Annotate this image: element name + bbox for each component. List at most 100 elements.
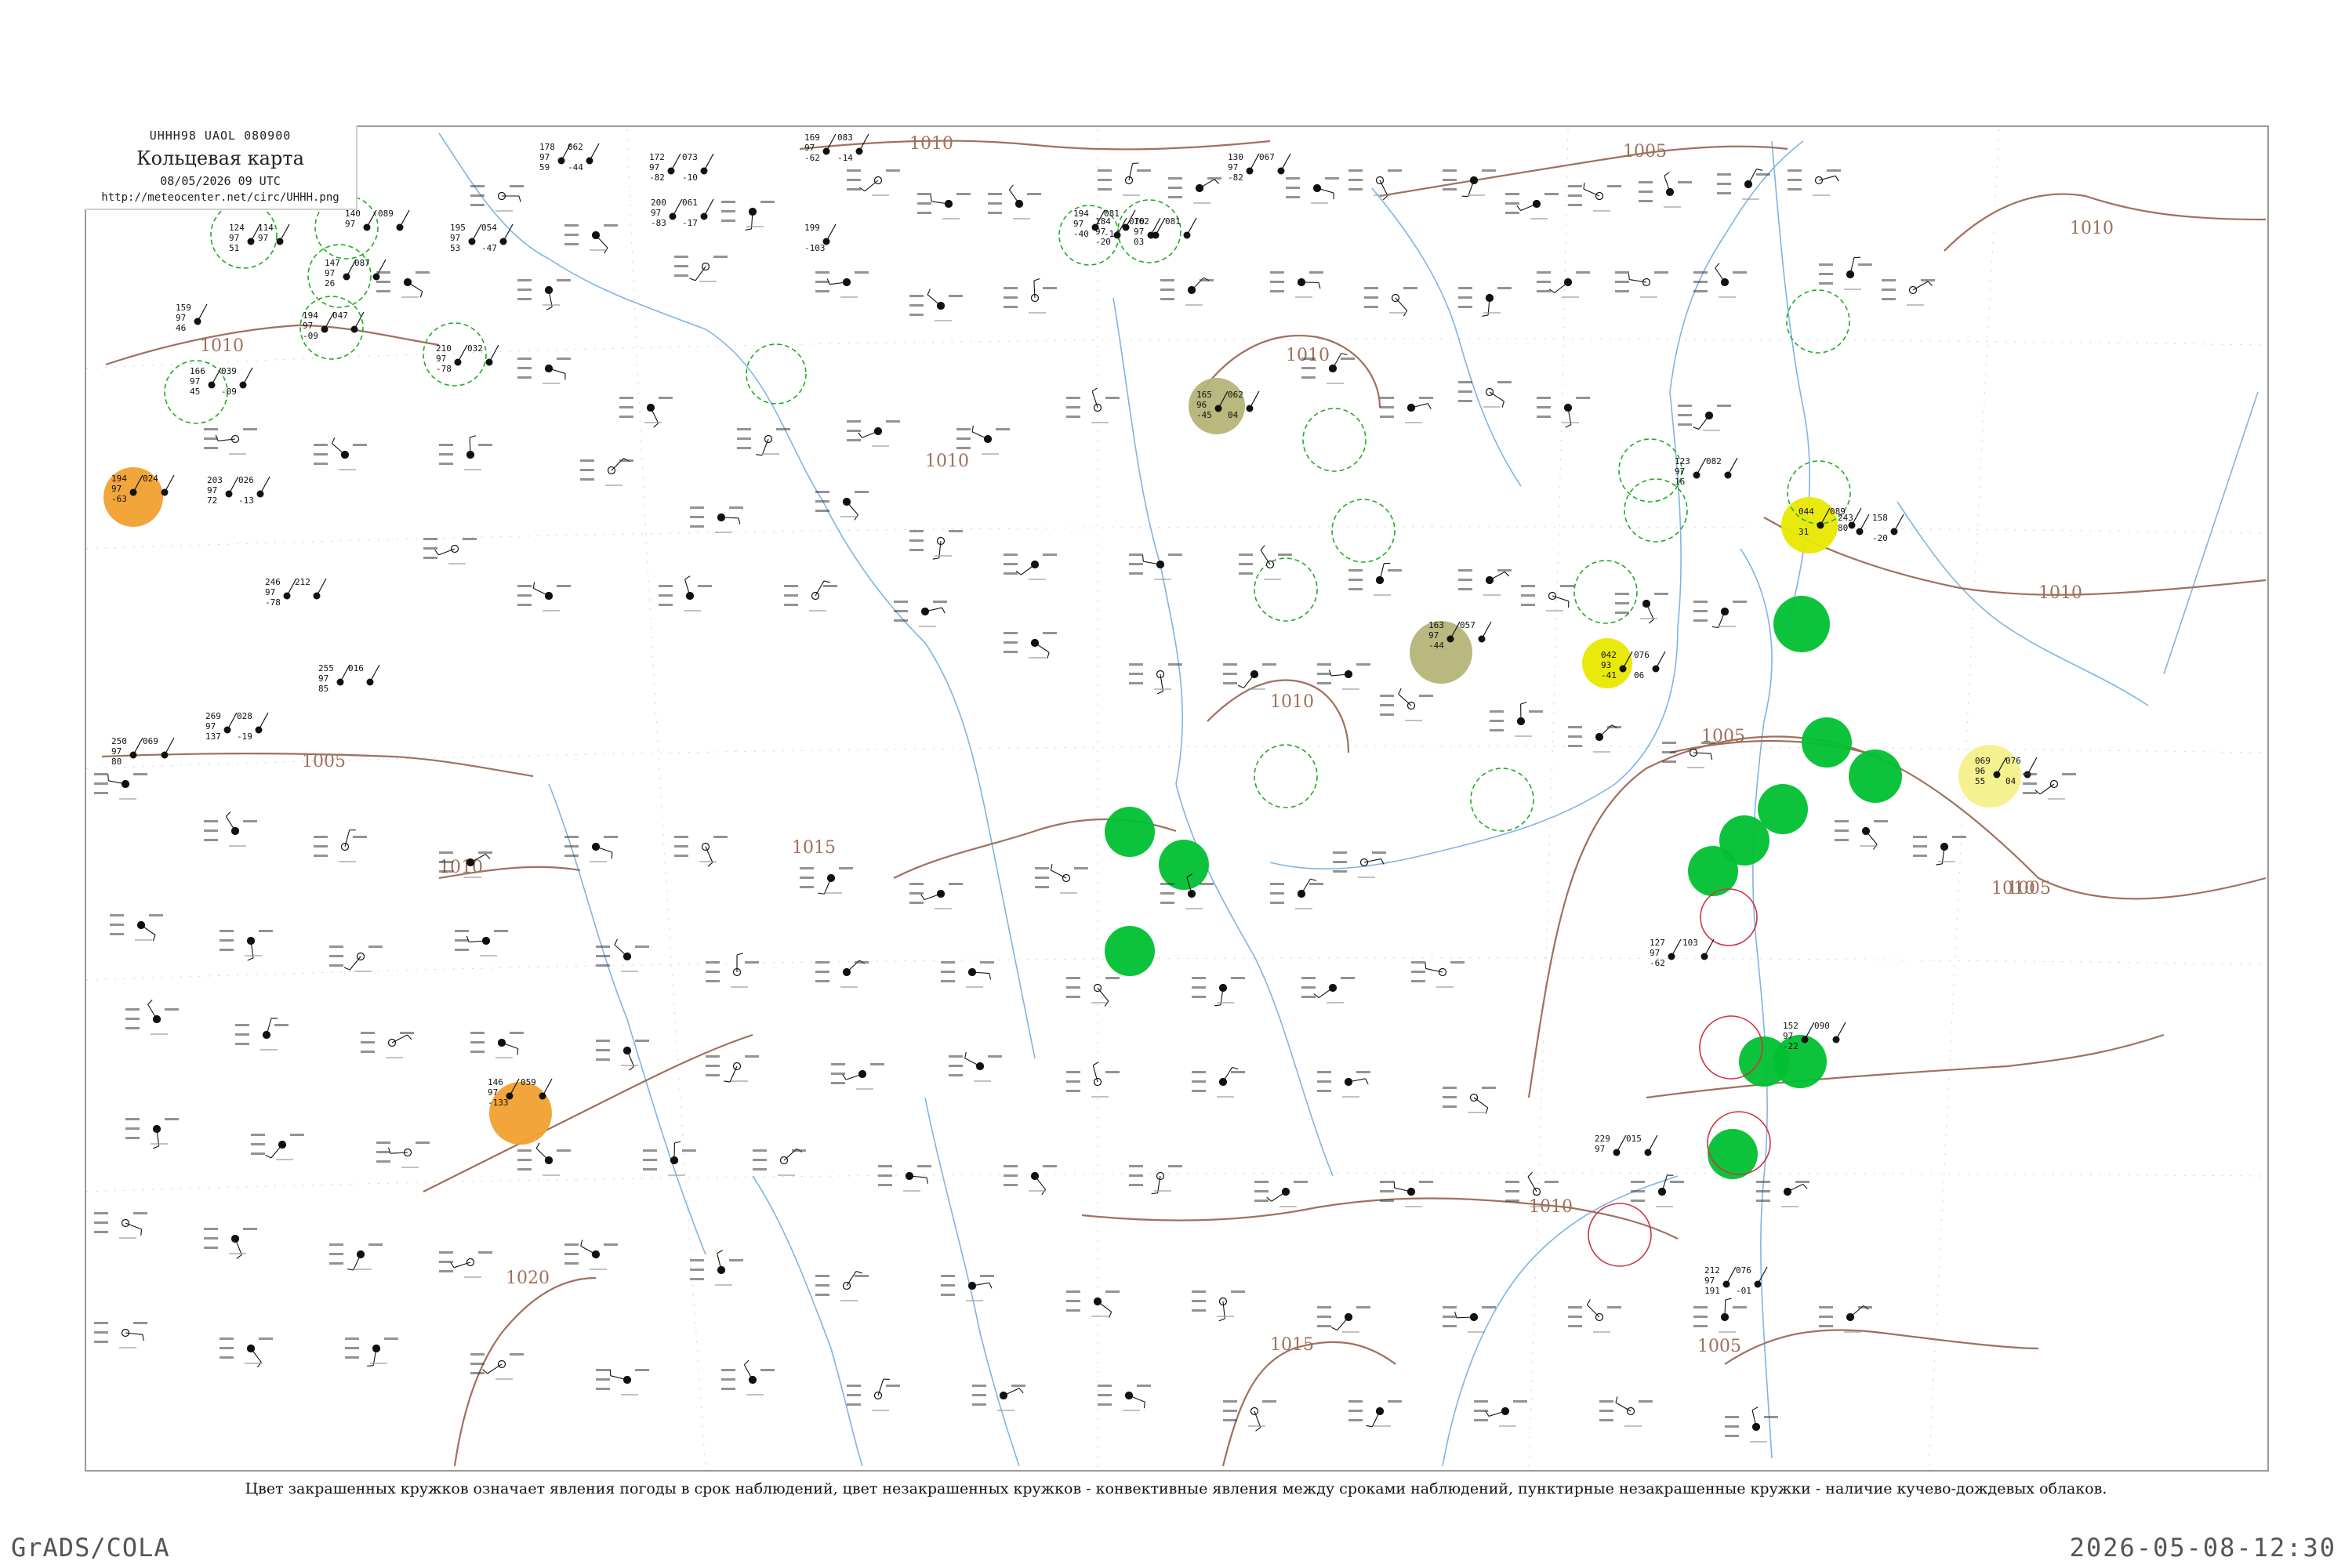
station-value: 85 (318, 684, 328, 694)
convective-circle[interactable] (423, 322, 487, 387)
convective-circle[interactable] (1331, 499, 1396, 563)
station-plot[interactable]: 067 (1259, 152, 1291, 175)
convective-circle[interactable] (1700, 888, 1758, 946)
convective-circle[interactable] (1117, 199, 1181, 263)
station-plot[interactable]: 17297-82 (649, 152, 681, 183)
station-value: 250 (111, 736, 127, 746)
weather-circle[interactable] (1410, 621, 1472, 684)
station-glyph (784, 580, 837, 612)
station-plot[interactable]: 073 -10 (682, 152, 714, 183)
station-plot[interactable]: 039 -09 (221, 366, 253, 397)
station-plot[interactable]: 1959753 (450, 223, 482, 253)
station-value: 076 (2005, 756, 2021, 766)
weather-circle[interactable] (1159, 840, 1209, 890)
station-plot[interactable]: 061 -17 (682, 198, 714, 228)
station-value: 073 (682, 152, 698, 162)
station-plot[interactable]: 24697-78 (265, 577, 297, 608)
weather-circle[interactable] (1781, 497, 1838, 554)
chart-url[interactable]: http://meteocenter.net/circ/UHHH.png (85, 191, 356, 204)
station-plot[interactable]: 2509780 (111, 736, 143, 767)
station-plot[interactable]: 212 (295, 577, 327, 600)
station-plot[interactable]: 028 -19 (237, 711, 269, 742)
station-plot[interactable]: 032 (467, 343, 499, 366)
station-plot[interactable]: 076 06 (1634, 650, 1666, 681)
station-glyph (517, 582, 571, 612)
convective-circle[interactable] (307, 244, 372, 308)
wind-barb (1757, 1266, 1768, 1285)
station-plot[interactable]: 026 -13 (238, 475, 270, 506)
grid-line (85, 1172, 2267, 1192)
station-plot[interactable]: 103 (1682, 938, 1715, 960)
station-plot[interactable]: 089 (378, 209, 410, 231)
station-glyph (847, 420, 900, 447)
river-line (1740, 548, 1773, 942)
station-plot[interactable]: 076 -01 (1736, 1265, 1768, 1296)
convective-circle[interactable] (1786, 289, 1850, 354)
station-plot[interactable]: 062 -44 (568, 142, 600, 172)
station-plot[interactable]: 082 (1706, 456, 1738, 479)
convective-circle[interactable] (1254, 744, 1318, 808)
station-plot[interactable]: 158 -20 (1872, 513, 1904, 543)
station-plot[interactable]: 21097-78 (436, 343, 468, 374)
station-value: -19 (237, 731, 252, 742)
station-plot[interactable]: 1479726 (325, 258, 357, 289)
station-plot[interactable]: 090 (1814, 1021, 1846, 1044)
station-glyph (753, 1148, 806, 1176)
convective-circle[interactable] (1624, 478, 1688, 543)
station-plot[interactable]: 1249751 (229, 223, 261, 253)
station-plot[interactable]: 11497 (258, 223, 290, 245)
station-value: 062 (1228, 390, 1243, 400)
synoptic-map[interactable]: 1010 1005 1010 1010 1010 1005 1010 1010 1005 1010… (0, 0, 2352, 1568)
weather-circle[interactable] (1708, 1129, 1758, 1179)
station-plot[interactable]: 015 (1626, 1134, 1658, 1156)
station-glyph (1693, 1298, 1747, 1333)
station-plot[interactable]: 016 (348, 663, 380, 686)
station-plot[interactable]: 21297191 (1704, 1265, 1737, 1296)
station-plot[interactable]: 1629703 (1134, 216, 1166, 247)
grads-credit: GrADS/COLA (11, 1533, 170, 1563)
station-glyph (894, 601, 947, 627)
station-glyph (564, 1240, 618, 1270)
station-glyph (909, 530, 963, 560)
weather-circle[interactable] (1773, 596, 1830, 652)
station-value: 06 (1634, 670, 1644, 681)
legend-caption: Цвет закрашенных кружков означает явлени… (245, 1480, 2107, 1497)
station-value: 054 (481, 223, 497, 233)
station-plot[interactable]: 2039772 (207, 475, 239, 506)
weather-circle[interactable] (1739, 1036, 1789, 1087)
isobar-label: 1020 (506, 1269, 550, 1288)
weather-circle[interactable] (1105, 807, 1155, 857)
station-glyph (815, 960, 869, 988)
station-glyph (1192, 977, 1245, 1007)
weather-circle[interactable] (1802, 717, 1852, 768)
convective-circle[interactable] (1254, 557, 1318, 622)
isobar-line (1646, 1033, 2165, 1099)
station-plot[interactable]: 1599746 (176, 303, 208, 333)
convective-circle[interactable] (1302, 408, 1367, 472)
station-plot[interactable]: 199 -103 (804, 223, 837, 253)
convective-circle[interactable] (1618, 438, 1682, 503)
wind-barb (1704, 938, 1715, 957)
station-plot[interactable]: 083 -14 (837, 132, 869, 163)
station-plots[interactable]: 12497511149714097089147972608719497-0904… (94, 132, 2076, 1443)
weather-circle[interactable] (1849, 750, 1902, 803)
station-plot[interactable]: 22997 (1595, 1134, 1627, 1156)
convective-circle[interactable] (1470, 768, 1534, 832)
station-plot[interactable]: 1789759 (539, 142, 572, 172)
weather-circle[interactable] (1105, 926, 1155, 976)
station-plot[interactable]: 12797-62 (1650, 938, 1682, 968)
station-glyph (1819, 1305, 1872, 1333)
station-plot[interactable]: 1239716 (1675, 456, 1707, 487)
convective-circle[interactable] (1588, 1203, 1652, 1267)
station-glyph (1301, 977, 1355, 1004)
station-plot[interactable]: 14097 (345, 209, 377, 231)
station-value: -62 (1650, 958, 1665, 968)
station-plot[interactable]: 20097-83 (651, 198, 683, 228)
station-plot[interactable]: 2559785 (318, 663, 350, 694)
station-value: 047 (332, 310, 348, 321)
station-plot[interactable]: 1669745 (190, 366, 222, 397)
weather-circle[interactable] (489, 1082, 552, 1145)
station-plot[interactable]: 26997137 (205, 711, 238, 742)
convective-circle[interactable] (746, 343, 807, 405)
station-plot[interactable]: 13097-82 (1228, 152, 1260, 183)
